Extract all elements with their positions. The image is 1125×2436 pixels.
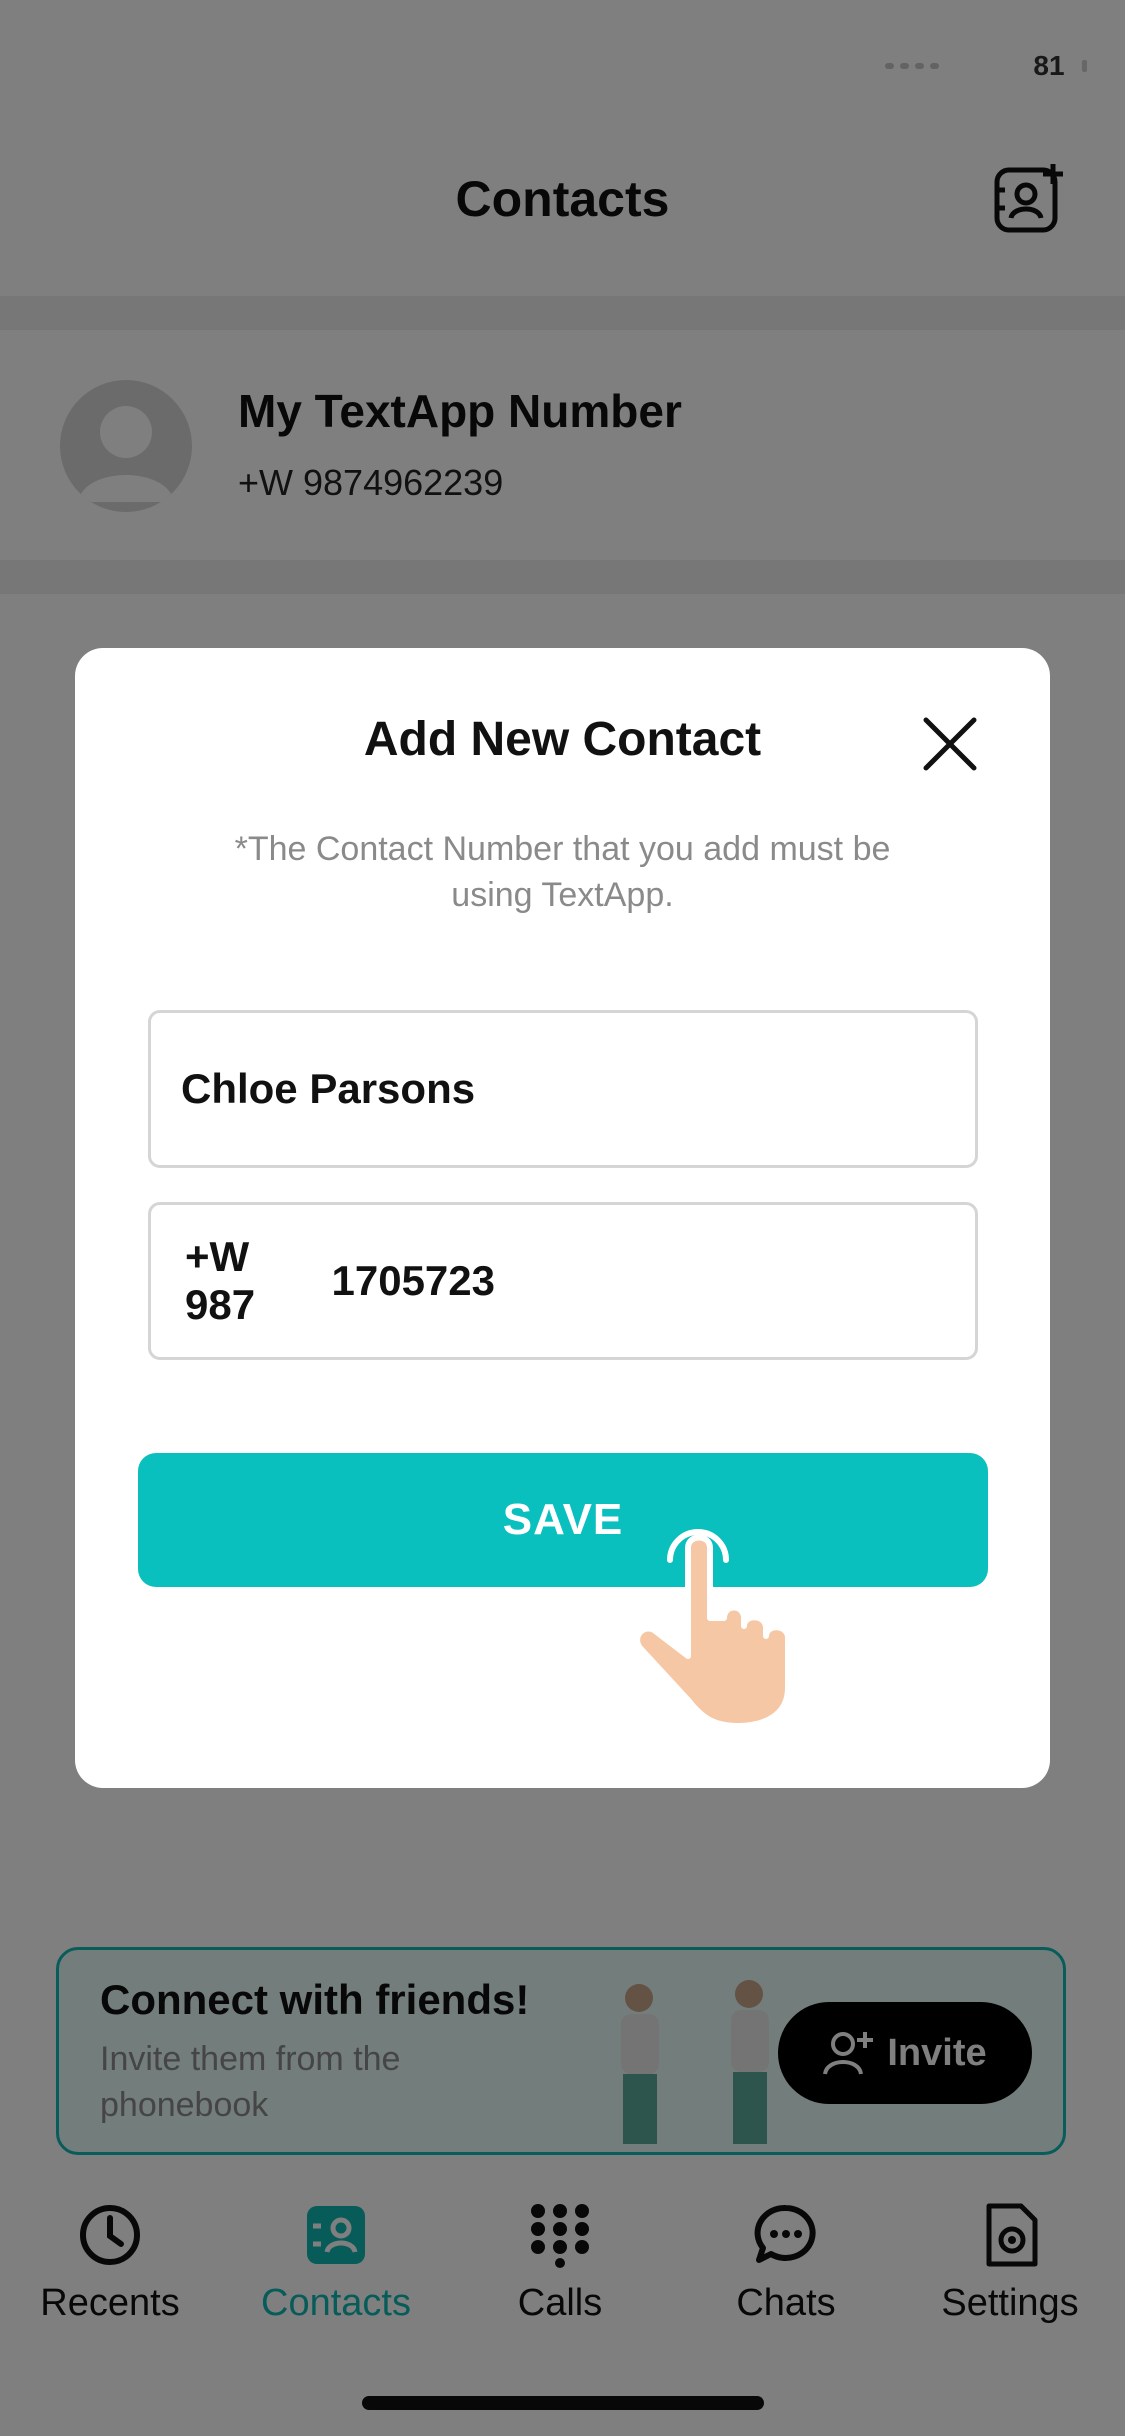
phone-prefix: +W 987	[185, 1233, 256, 1328]
dialog-note: *The Contact Number that you add must be…	[234, 830, 891, 914]
contact-name-input[interactable]	[179, 1064, 975, 1114]
close-icon[interactable]	[918, 712, 982, 776]
contact-name-field[interactable]	[148, 1010, 978, 1168]
tap-hand-icon	[634, 1529, 791, 1728]
save-button[interactable]: SAVE	[138, 1453, 988, 1587]
contact-phone-field[interactable]: +W 987	[148, 1202, 978, 1360]
dialog-title: Add New Contact	[363, 713, 762, 766]
save-label: SAVE	[502, 1495, 624, 1544]
contact-phone-input[interactable]	[329, 1256, 975, 1306]
